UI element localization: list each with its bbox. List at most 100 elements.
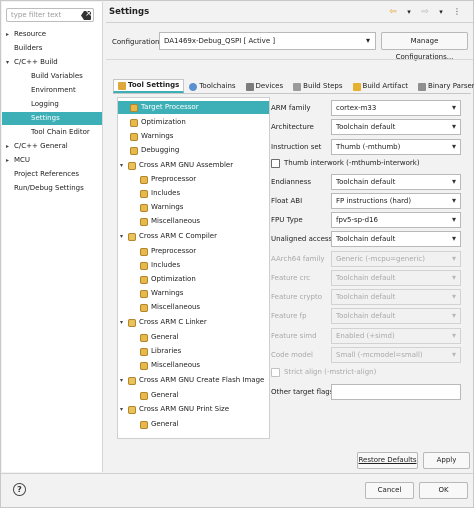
dropdown-icon[interactable]: ▾	[435, 7, 447, 17]
tool-gear-icon	[128, 161, 136, 170]
fpu-type-label: FPU Type	[271, 216, 303, 224]
tree-item-general[interactable]: General	[140, 331, 179, 344]
endianness-label: Endianness	[271, 178, 312, 186]
tree-item-debugging[interactable]: Debugging	[130, 144, 179, 157]
tree-item-preprocessor[interactable]: Preprocessor	[140, 173, 196, 186]
tree-item-target-processor[interactable]: Target Processor	[118, 101, 269, 114]
tree-item-general[interactable]: General	[140, 418, 179, 431]
collapse-arrow-icon[interactable]: ▾	[120, 230, 128, 243]
tree-item-miscellaneous[interactable]: Miscellaneous	[140, 215, 200, 228]
sidebar-item-cc-build[interactable]: ▾ C/C++ Build	[6, 56, 102, 69]
clear-filter-icon[interactable]	[81, 11, 91, 20]
sidebar-item-mcu[interactable]: ▸ MCU	[6, 154, 102, 167]
tool-gear-icon	[128, 376, 136, 385]
collapse-arrow-icon[interactable]: ▾	[120, 159, 128, 172]
tree-item-warnings[interactable]: Warnings	[140, 287, 183, 300]
sidebar-item-cc-general[interactable]: ▸ C/C++ General	[6, 140, 102, 153]
arm-family-label: ARM family	[271, 104, 311, 112]
restore-defaults-button[interactable]: Restore Defaults	[357, 452, 418, 469]
aarch64-family-label: AArch64 family	[271, 255, 325, 263]
sidebar-item-build-variables[interactable]: Build Variables	[31, 70, 102, 83]
unaligned-access-select[interactable]: Toolchain default	[331, 231, 461, 247]
expand-arrow-icon[interactable]: ▸	[6, 28, 14, 41]
help-icon[interactable]: ?	[13, 483, 26, 496]
tree-item-cross-arm-gnu-create-flash-image[interactable]: ▾ Cross ARM GNU Create Flash Image	[120, 374, 264, 387]
sidebar-item-settings[interactable]: Settings	[2, 112, 102, 125]
other-target-flags-input[interactable]	[331, 384, 461, 400]
strict-align-checkbox: Strict align (-mstrict-align)	[271, 367, 461, 379]
expand-arrow-icon[interactable]: ▸	[6, 154, 14, 167]
tree-item-libraries[interactable]: Libraries	[140, 345, 181, 358]
checkbox-box	[271, 368, 280, 377]
tool-option-icon	[140, 203, 148, 212]
tab-binary-parsers[interactable]: Binary Parsers	[413, 79, 474, 93]
tree-item-cross-arm-c-compiler[interactable]: ▾ Cross ARM C Compiler	[120, 230, 217, 243]
sidebar-item-resource[interactable]: ▸ Resource	[6, 28, 102, 41]
code-model-label: Code model	[271, 351, 313, 359]
unaligned-access-row: Unaligned access Toolchain default	[271, 231, 466, 247]
feature-fp-select: Toolchain default	[331, 308, 461, 324]
tree-item-cross-arm-gnu-assembler[interactable]: ▾ Cross ARM GNU Assembler	[120, 159, 233, 172]
tool-option-icon	[130, 103, 138, 112]
tool-option-icon	[140, 175, 148, 184]
apply-button[interactable]: Apply	[423, 452, 470, 469]
sidebar-item-run-debug-settings[interactable]: Run/Debug Settings	[6, 182, 102, 195]
sidebar-item-project-references[interactable]: Project References	[6, 168, 102, 181]
architecture-select[interactable]: Toolchain default	[331, 119, 461, 135]
collapse-arrow-icon[interactable]: ▾	[120, 403, 128, 416]
forward-arrow-icon[interactable]: ⇨	[419, 7, 431, 17]
tree-item-miscellaneous[interactable]: Miscellaneous	[140, 359, 200, 372]
configuration-select[interactable]: DA1469x-Debug_QSPI [ Active ]	[159, 32, 376, 50]
thumb-interwork-checkbox[interactable]: Thumb interwork (-mthumb-interwork)	[271, 158, 461, 170]
ok-button[interactable]: OK	[419, 482, 468, 499]
filter-input[interactable]: type filter text	[6, 8, 94, 22]
tree-item-preprocessor[interactable]: Preprocessor	[140, 245, 196, 258]
tool-option-icon	[140, 361, 148, 370]
sidebar-item-logging[interactable]: Logging	[31, 98, 102, 111]
collapse-arrow-icon[interactable]: ▾	[120, 374, 128, 387]
tree-item-cross-arm-c-linker[interactable]: ▾ Cross ARM C Linker	[120, 316, 207, 329]
fpu-type-select[interactable]: fpv5-sp-d16	[331, 212, 461, 228]
collapse-arrow-icon[interactable]: ▾	[120, 316, 128, 329]
arm-family-select[interactable]: cortex-m33	[331, 100, 461, 116]
tree-item-warnings[interactable]: Warnings	[140, 201, 183, 214]
back-arrow-icon[interactable]: ⇦	[387, 7, 399, 17]
tree-item-optimization[interactable]: Optimization	[140, 273, 196, 286]
tree-item-warnings[interactable]: Warnings	[130, 130, 173, 143]
instruction-set-select[interactable]: Thumb (-mthumb)	[331, 139, 461, 155]
manage-configurations-button[interactable]: Manage Configurations...	[381, 32, 468, 61]
tree-item-optimization[interactable]: Optimization	[130, 116, 186, 129]
aarch64-family-row: AArch64 family Generic (-mcpu=generic)	[271, 251, 466, 267]
menu-icon[interactable]: ⋮	[451, 7, 463, 17]
tab-devices[interactable]: Devices	[241, 79, 289, 93]
tree-item-cross-arm-gnu-print-size[interactable]: ▾ Cross ARM GNU Print Size	[120, 403, 229, 416]
tab-build-artifact[interactable]: Build Artifact	[348, 79, 414, 93]
build-steps-icon	[293, 82, 302, 91]
divider	[106, 59, 473, 60]
tree-item-includes[interactable]: Includes	[140, 187, 180, 200]
feature-crc-select: Toolchain default	[331, 270, 461, 286]
float-abi-label: Float ABI	[271, 197, 303, 205]
tree-item-includes[interactable]: Includes	[140, 259, 180, 272]
sidebar-item-tool-chain-editor[interactable]: Tool Chain Editor	[31, 126, 102, 139]
expand-arrow-icon[interactable]: ▸	[6, 140, 14, 153]
cancel-button[interactable]: Cancel	[365, 482, 414, 499]
header-toolbar: ⇦ ▾ ⇨ ▾ ⋮	[387, 7, 463, 17]
endianness-select[interactable]: Toolchain default	[331, 174, 461, 190]
divider	[106, 22, 473, 23]
tab-toolchains[interactable]: Toolchains	[184, 79, 240, 93]
dropdown-icon[interactable]: ▾	[403, 7, 415, 17]
checkbox-box[interactable]	[271, 159, 280, 168]
collapse-arrow-icon[interactable]: ▾	[6, 56, 14, 69]
tool-option-icon	[140, 189, 148, 198]
float-abi-select[interactable]: FP instructions (hard)	[331, 193, 461, 209]
endianness-row: Endianness Toolchain default	[271, 174, 466, 190]
tab-tool-settings[interactable]: Tool Settings	[113, 79, 185, 93]
tab-build-steps[interactable]: Build Steps	[288, 79, 347, 93]
tree-item-general[interactable]: General	[140, 389, 179, 402]
tree-item-miscellaneous[interactable]: Miscellaneous	[140, 301, 200, 314]
sidebar-item-environment[interactable]: Environment	[31, 84, 102, 97]
sidebar: type filter text ▸Resource Builders ▾C/C…	[2, 2, 103, 472]
tool-option-icon	[140, 247, 148, 256]
sidebar-item-builders[interactable]: Builders	[6, 42, 102, 55]
